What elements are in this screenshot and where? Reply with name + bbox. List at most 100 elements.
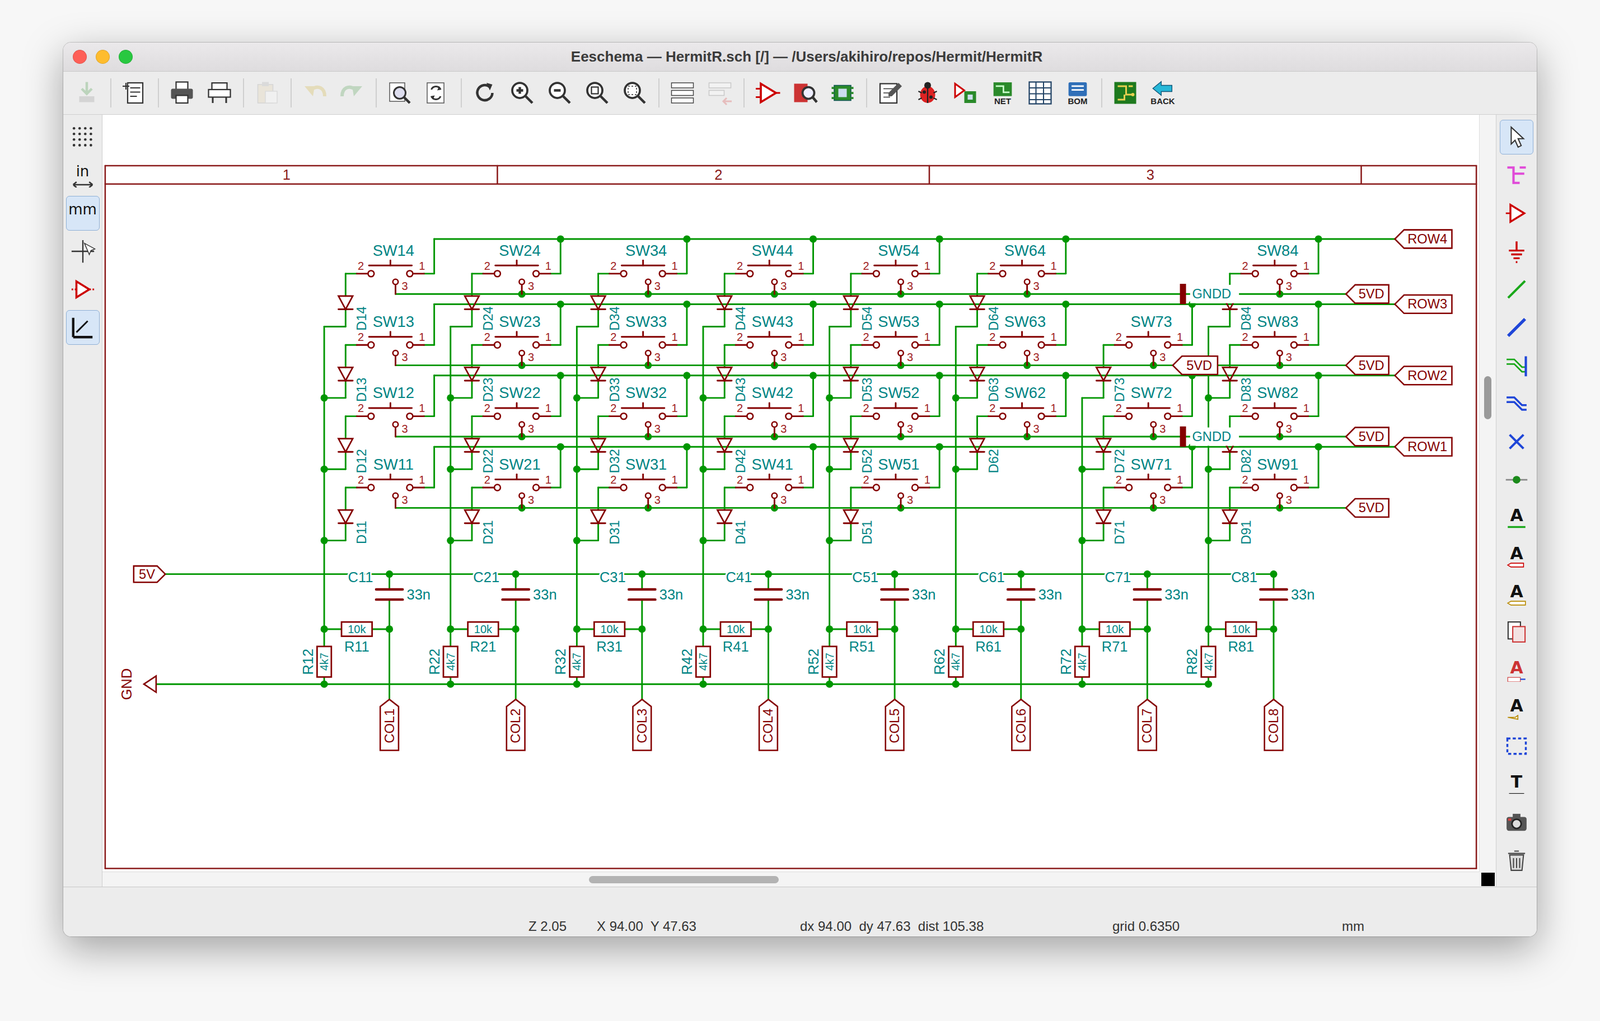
switch[interactable]: SW51213 <box>862 455 931 509</box>
switch[interactable]: SW21213 <box>483 455 552 509</box>
toolbar-button[interactable] <box>1022 75 1059 111</box>
toolbar-button[interactable] <box>616 75 653 111</box>
switch[interactable]: SW64213 <box>988 241 1057 295</box>
ground-port[interactable]: GND <box>118 668 157 701</box>
toolbar-button[interactable] <box>116 75 153 111</box>
resistor[interactable]: 4k7R62 <box>931 646 963 678</box>
diode[interactable]: D11 <box>338 510 370 545</box>
diode[interactable]: D44 <box>717 296 748 331</box>
column-label[interactable]: COL8 <box>1264 699 1284 751</box>
right-tool-button[interactable] <box>1499 843 1534 878</box>
column-label[interactable]: COL1 <box>380 699 399 751</box>
capacitor[interactable]: C8133n <box>1231 569 1315 603</box>
resistor[interactable]: 10kR71 <box>1099 621 1131 655</box>
toolbar-button[interactable] <box>579 75 616 111</box>
column-label[interactable]: COL2 <box>506 699 526 751</box>
supply-label[interactable]: 5VD <box>1345 284 1389 304</box>
resistor[interactable]: 10kR41 <box>720 621 752 655</box>
diode[interactable]: D31 <box>591 510 622 545</box>
switch[interactable]: SW32213 <box>609 384 678 437</box>
switch[interactable]: SW43213 <box>735 312 804 366</box>
switch[interactable]: SW12213 <box>356 384 425 437</box>
left-tool-button[interactable] <box>66 272 100 307</box>
switch[interactable]: SW11213 <box>356 455 425 509</box>
left-tool-button[interactable] <box>66 119 100 155</box>
toolbar-button[interactable] <box>466 75 503 111</box>
diode[interactable]: D73 <box>1096 367 1127 402</box>
toolbar-button[interactable] <box>541 75 578 111</box>
resistor[interactable]: 10kR21 <box>468 621 499 655</box>
resistor[interactable]: 10kR51 <box>847 621 878 655</box>
resistor[interactable]: 4k7R72 <box>1058 646 1090 678</box>
resistor[interactable]: 10kR31 <box>593 621 625 655</box>
left-tool-button[interactable] <box>66 234 100 269</box>
diode[interactable]: D24 <box>464 296 496 331</box>
toolbar-button[interactable] <box>664 75 701 111</box>
resistor[interactable]: 4k7R12 <box>300 646 332 678</box>
switch[interactable]: SW62213 <box>988 384 1057 437</box>
switch[interactable]: SW44213 <box>735 241 804 295</box>
diode[interactable]: D32 <box>591 438 622 474</box>
switch[interactable]: SW14213 <box>356 241 425 295</box>
toolbar-button[interactable] <box>419 75 456 111</box>
close-button[interactable] <box>72 49 87 64</box>
switch[interactable]: SW63213 <box>988 312 1057 366</box>
switch[interactable]: SW73213 <box>1114 312 1183 366</box>
diode[interactable]: D14 <box>338 296 370 331</box>
switch[interactable]: SW52213 <box>862 384 931 437</box>
left-tool-button[interactable]: mm <box>66 195 100 231</box>
resistor[interactable]: 10kR11 <box>341 621 373 655</box>
resistor[interactable]: 4k7R52 <box>805 646 837 678</box>
right-tool-button[interactable]: A <box>1499 500 1534 536</box>
right-tool-button[interactable] <box>1499 234 1534 269</box>
switch[interactable]: SW53213 <box>862 312 931 366</box>
row-label[interactable]: ROW4 <box>1395 230 1453 249</box>
capacitor[interactable]: C5133n <box>852 569 936 603</box>
capacitor[interactable]: C2133n <box>473 569 557 603</box>
toolbar-button[interactable]: NET <box>984 75 1021 111</box>
toolbar-button[interactable] <box>824 75 861 111</box>
right-tool-button[interactable] <box>1499 119 1534 155</box>
resistor[interactable]: 4k7R22 <box>426 646 458 678</box>
switch[interactable]: SW13213 <box>356 312 425 366</box>
toolbar-button[interactable] <box>787 75 823 111</box>
diode[interactable]: D22 <box>464 438 496 474</box>
toolbar-button[interactable]: BOM <box>1059 75 1096 111</box>
scroll-thumb[interactable] <box>1484 376 1492 420</box>
right-tool-button[interactable] <box>1499 728 1534 764</box>
capacitor[interactable]: C4133n <box>726 569 810 603</box>
vertical-scrollbar[interactable] <box>1479 114 1496 872</box>
right-tool-button[interactable] <box>1499 272 1534 307</box>
right-tool-button[interactable]: A <box>1499 652 1534 688</box>
diode[interactable]: D42 <box>717 438 748 474</box>
right-tool-button[interactable] <box>1499 805 1534 840</box>
switch[interactable]: SW41213 <box>735 455 804 509</box>
column-label[interactable]: COL3 <box>632 699 652 751</box>
toolbar-button[interactable] <box>164 75 200 111</box>
toolbar-button[interactable] <box>1107 75 1144 111</box>
toolbar-button[interactable] <box>702 75 738 111</box>
resistor[interactable]: 4k7R32 <box>552 646 584 678</box>
left-tool-button[interactable]: in <box>66 157 100 193</box>
diode[interactable]: D83 <box>1222 367 1254 402</box>
diode[interactable]: D63 <box>970 367 1001 402</box>
capacitor[interactable]: C3133n <box>599 569 683 603</box>
right-tool-button[interactable] <box>1499 310 1534 345</box>
column-label[interactable]: COL5 <box>885 699 905 751</box>
capacitor[interactable]: C1133n <box>348 569 431 603</box>
switch[interactable]: SW54213 <box>862 241 931 295</box>
toolbar-button[interactable] <box>749 75 786 111</box>
diode[interactable]: D62 <box>970 438 1001 474</box>
diode[interactable]: D23 <box>464 367 496 402</box>
toolbar-button[interactable] <box>909 75 946 111</box>
net-label[interactable]: 5VD <box>1172 356 1218 375</box>
switch[interactable]: SW24213 <box>483 241 552 295</box>
right-tool-button[interactable] <box>1499 614 1534 650</box>
ground-label[interactable]: GNDD <box>1180 283 1240 304</box>
supply-label[interactable]: 5VD <box>1345 356 1389 375</box>
right-tool-button[interactable]: A <box>1499 538 1534 574</box>
right-tool-button[interactable]: T <box>1499 766 1534 802</box>
toolbar-button[interactable] <box>249 75 285 111</box>
toolbar-button[interactable] <box>296 75 333 111</box>
switch[interactable]: SW31213 <box>609 455 678 509</box>
